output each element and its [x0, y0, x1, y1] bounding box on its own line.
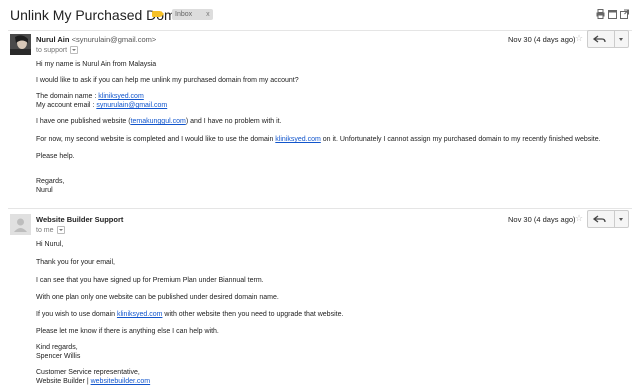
subject-bar: Unlink My Purchased Domain Inbox x — [0, 0, 640, 30]
body-request: I would like to ask if you can help me u… — [36, 77, 299, 84]
body-signed-up: I can see that you have signed up for Pr… — [36, 277, 264, 284]
reply-icon — [592, 215, 606, 223]
remove-label-button[interactable]: x — [206, 11, 210, 18]
recipient-line: to support — [36, 46, 79, 54]
message-date: Nov 30 (4 days ago) — [508, 215, 576, 224]
divider — [8, 30, 632, 31]
message-actions — [587, 30, 629, 48]
sender-name[interactable]: Website Builder Support — [36, 215, 123, 224]
body-published: I have one published website (temakunggu… — [36, 117, 282, 126]
body-kind-regards: Kind regards, — [36, 344, 78, 351]
inbox-label-text: Inbox — [175, 11, 193, 18]
sender-email: <synurulain@gmail.com> — [71, 35, 157, 44]
details-dropdown-icon[interactable] — [56, 226, 65, 234]
body-thanks: Thank you for your email, — [36, 259, 115, 266]
star-icon[interactable]: ☆ — [575, 213, 583, 224]
sender-photo-icon — [10, 34, 31, 55]
print-icon[interactable] — [596, 9, 605, 19]
details-dropdown-icon[interactable] — [70, 46, 79, 54]
company-link[interactable]: websitebuilder.com — [91, 378, 151, 385]
second-suffix: on it. Unfortunately I cannot assign my … — [320, 136, 601, 143]
body-agent-name: Spencer Willis — [36, 353, 81, 360]
body-wish: If you wish to use domain kliniksyed.com… — [36, 310, 343, 319]
domain-link[interactable]: kliniksyed.com — [98, 93, 144, 100]
domain-link[interactable]: kliniksyed.com — [117, 311, 163, 318]
body-regards: Regards, — [36, 178, 65, 185]
star-icon[interactable]: ☆ — [575, 33, 583, 44]
sender-name[interactable]: Nurul Ain — [36, 35, 69, 44]
more-options-button[interactable] — [615, 31, 628, 47]
body-second-website: For now, my second website is completed … — [36, 135, 601, 144]
wish-prefix: If you wish to use domain — [36, 311, 117, 318]
divider — [8, 208, 632, 209]
body-account-email: My account email : synurulain@gmail.com — [36, 101, 167, 110]
message-date: Nov 30 (4 days ago) — [508, 35, 576, 44]
email-link[interactable]: synurulain@gmail.com — [96, 102, 167, 109]
important-marker-icon[interactable] — [152, 11, 164, 17]
avatar — [10, 214, 31, 235]
company-prefix: Website Builder | — [36, 378, 91, 385]
published-suffix: ) and I have no problem with it. — [185, 118, 282, 125]
published-prefix: I have one published website ( — [36, 118, 131, 125]
body-let-me-know: Please let me know if there is anything … — [36, 328, 219, 335]
wish-suffix: with other website then you need to upgr… — [162, 311, 344, 318]
recipient-text: to me — [36, 226, 54, 234]
new-window-icon[interactable] — [608, 9, 617, 19]
domain-name-label: The domain name : — [36, 93, 99, 100]
body-please-help: Please help. — [36, 153, 75, 160]
reply-button[interactable] — [588, 211, 615, 227]
reply-icon — [592, 35, 606, 43]
second-prefix: For now, my second website is completed … — [36, 136, 276, 143]
popout-icon[interactable] — [620, 9, 629, 19]
reply-button[interactable] — [588, 31, 615, 47]
body-greeting: Hi Nurul, — [36, 241, 64, 248]
thread-subject: Unlink My Purchased Domain — [10, 7, 195, 23]
body-signature: Nurul — [36, 187, 53, 194]
body-role: Customer Service representative, — [36, 369, 140, 376]
body-company: Website Builder | websitebuilder.com — [36, 377, 150, 386]
default-avatar-icon — [10, 214, 31, 235]
recipient-line: to me — [36, 226, 65, 234]
sender-line: Nurul Ain <synurulain@gmail.com> — [36, 35, 156, 44]
inbox-label-chip[interactable]: Inbox x — [172, 9, 213, 20]
sender-line: Website Builder Support — [36, 215, 123, 224]
account-email-label: My account email : — [36, 102, 97, 109]
recipient-text: to support — [36, 46, 68, 54]
more-options-button[interactable] — [615, 211, 628, 227]
published-site-link[interactable]: temakunggul.com — [131, 118, 186, 125]
message-actions — [587, 210, 629, 228]
domain-link[interactable]: kliniksyed.com — [275, 136, 321, 143]
avatar — [10, 34, 31, 55]
body-domain-name: The domain name : kliniksyed.com — [36, 92, 144, 101]
body-one-plan: With one plan only one website can be pu… — [36, 294, 279, 301]
body-greeting: Hi my name is Nurul Ain from Malaysia — [36, 61, 157, 68]
